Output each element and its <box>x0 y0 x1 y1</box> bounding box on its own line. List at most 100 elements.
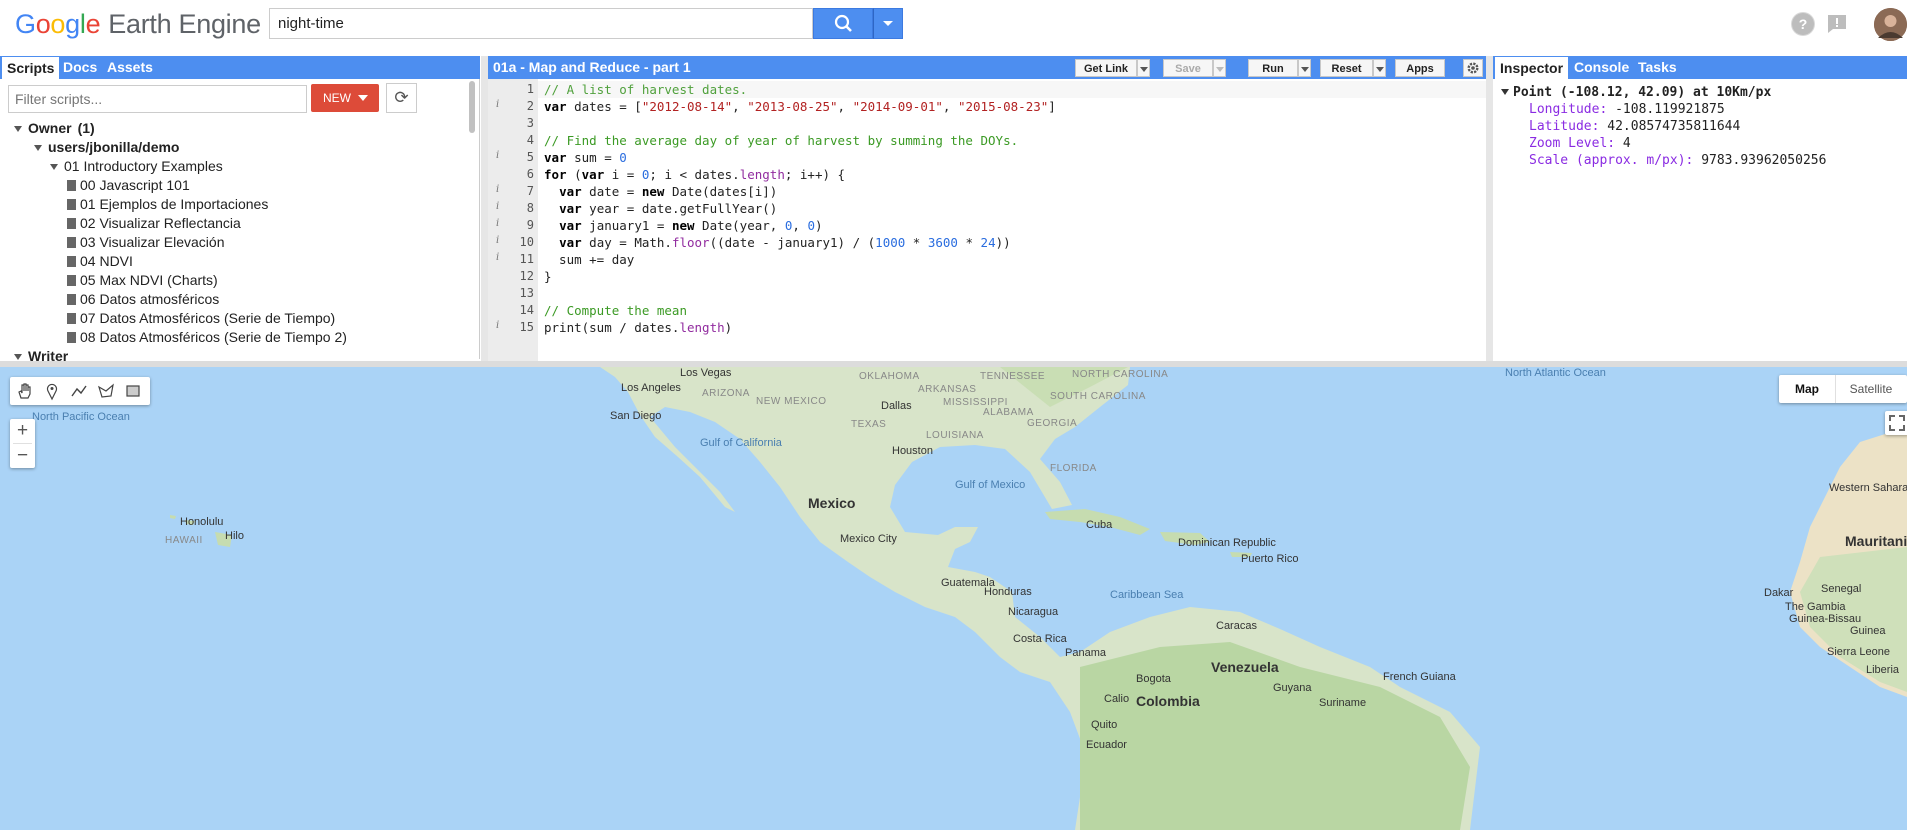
tab-tasks[interactable]: Tasks <box>1633 56 1682 79</box>
script-file-item[interactable]: 01 Ejemplos de Importaciones <box>67 195 268 214</box>
code-line[interactable]: var date = new Date(dates[i]) <box>544 183 777 200</box>
code-token: "2015-08-23" <box>957 99 1049 114</box>
code-token: new <box>671 218 695 233</box>
map-label: Guyana <box>1273 682 1312 694</box>
script-file-item[interactable]: 08 Datos Atmosféricos (Serie de Tiempo 2… <box>67 328 347 347</box>
code-line[interactable]: print(sum / dates.length) <box>544 319 732 336</box>
map-label: San Diego <box>610 410 662 422</box>
help-icon[interactable]: ? <box>1791 12 1815 36</box>
search-options-dropdown[interactable] <box>873 8 903 39</box>
info-icon[interactable]: i <box>496 235 499 246</box>
code-token: var <box>559 235 582 250</box>
code-line[interactable]: var day = Math.floor((date - january1) /… <box>544 234 1011 251</box>
refresh-icon[interactable]: ⟳ <box>386 83 417 113</box>
vertical-splitter[interactable] <box>1486 56 1493 361</box>
code-editor[interactable]: 1 2 i 3 4 5 i 6 7 i 8 i 9 i 10 i 11 i 12 13 14 15 i // A list … <box>488 79 1486 361</box>
vertical-splitter[interactable] <box>481 56 488 361</box>
reset-button[interactable]: Reset <box>1320 59 1373 77</box>
script-file-item[interactable]: 00 Javascript 101 <box>67 176 190 195</box>
script-folder-item[interactable]: Owner (1) <box>14 119 95 138</box>
code-line[interactable]: for (var i = 0; i < dates.length; i++) { <box>544 166 845 183</box>
line-number: 14 <box>519 303 534 317</box>
code-token: day = Math. <box>581 235 672 250</box>
code-token: floor <box>671 235 710 250</box>
reset-dropdown[interactable] <box>1373 59 1386 77</box>
feedback-icon[interactable] <box>1825 12 1849 36</box>
code-line[interactable]: // Compute the mean <box>544 302 687 319</box>
info-icon[interactable]: i <box>496 320 499 331</box>
map-label: Venezuela <box>1211 659 1279 675</box>
code-line[interactable]: var january1 = new Date(year, 0, 0) <box>544 217 822 234</box>
hand-icon[interactable] <box>15 381 35 401</box>
script-file-item[interactable]: 05 Max NDVI (Charts) <box>67 271 218 290</box>
code-line[interactable]: } <box>544 268 552 285</box>
map-type-satellite-button[interactable]: Satellite <box>1836 375 1906 403</box>
map-label: The Gambia <box>1785 601 1846 613</box>
script-folder-item[interactable]: 01 Introductory Examples <box>50 157 223 176</box>
apps-button[interactable]: Apps <box>1395 59 1445 77</box>
tab-console[interactable]: Console <box>1569 56 1634 79</box>
tab-docs[interactable]: Docs <box>58 56 102 79</box>
script-file-item[interactable]: 02 Visualizar Reflectancia <box>67 214 241 233</box>
user-avatar[interactable] <box>1874 8 1907 41</box>
code-line[interactable]: sum += day <box>544 251 634 268</box>
filter-scripts-input[interactable] <box>8 85 307 113</box>
get-link-button[interactable]: Get Link <box>1075 59 1137 77</box>
map-label: FLORIDA <box>1050 463 1097 474</box>
info-icon[interactable]: i <box>496 218 499 229</box>
info-icon[interactable]: i <box>496 150 499 161</box>
info-icon[interactable]: i <box>496 99 499 110</box>
polyline-icon[interactable] <box>69 381 89 401</box>
script-file-item[interactable]: 03 Visualizar Elevación <box>67 233 225 252</box>
search-icon <box>834 14 852 32</box>
info-icon[interactable]: i <box>496 184 499 195</box>
earth-engine-logo[interactable]: Google Earth Engine <box>15 9 261 40</box>
zoom-out-button[interactable]: − <box>10 444 35 468</box>
info-icon[interactable]: i <box>496 252 499 263</box>
code-line[interactable]: var sum = 0 <box>544 149 627 166</box>
rectangle-icon[interactable] <box>123 381 143 401</box>
map-type-map-button[interactable]: Map <box>1779 375 1835 403</box>
inspector-point-row[interactable]: Point (-108.12, 42.09) at 10Km/px <box>1501 84 1771 101</box>
search-input[interactable] <box>269 8 813 39</box>
current-line-highlight <box>538 81 1486 98</box>
run-button[interactable]: Run <box>1248 59 1298 77</box>
script-file-item[interactable]: 04 NDVI <box>67 252 133 271</box>
search-button[interactable] <box>813 8 873 39</box>
script-file-item[interactable]: 06 Datos atmosféricos <box>67 290 219 309</box>
get-link-dropdown[interactable] <box>1137 59 1150 77</box>
chevron-down-icon <box>1215 67 1224 72</box>
info-icon[interactable]: i <box>496 201 499 212</box>
map-view[interactable]: Los Vegas Los Angeles San Diego ARIZONA NEW … <box>0 367 1907 830</box>
save-button[interactable]: Save <box>1163 59 1213 77</box>
tab-assets[interactable]: Assets <box>102 56 158 79</box>
code-line[interactable]: var dates = ["2012-08-14", "2013-08-25",… <box>544 98 1056 115</box>
polygon-icon[interactable] <box>96 381 116 401</box>
code-token: var <box>559 201 582 216</box>
settings-gear-icon[interactable] <box>1463 59 1483 77</box>
code-line[interactable]: // Find the average day of year of harve… <box>544 132 1018 149</box>
scrollbar[interactable] <box>469 81 475 133</box>
code-line[interactable]: var year = date.getFullYear() <box>544 200 777 217</box>
inspector-field: Scale (approx. m/px): 9783.93962050256 <box>1529 152 1826 169</box>
script-folder-item[interactable]: users/jbonilla/demo <box>34 138 179 157</box>
run-dropdown[interactable] <box>1298 59 1311 77</box>
line-number: 1 <box>526 82 534 96</box>
line-number: 15 <box>519 320 534 334</box>
code-token: length <box>739 167 785 182</box>
tab-scripts[interactable]: Scripts <box>2 57 60 79</box>
new-script-button[interactable]: NEW <box>311 84 379 112</box>
code-token: 0 <box>807 218 815 233</box>
marker-icon[interactable] <box>42 381 62 401</box>
map-label: Caribbean Sea <box>1110 589 1184 601</box>
script-file-item[interactable]: 07 Datos Atmosféricos (Serie de Tiempo) <box>67 309 335 328</box>
top-header: GoogleEarth Engine ? <box>0 0 1907 56</box>
code-token: * <box>957 235 981 250</box>
fullscreen-icon[interactable] <box>1885 411 1907 435</box>
code-token: ((date - january1) / ( <box>709 235 876 250</box>
zoom-in-button[interactable]: + <box>10 419 35 443</box>
tab-inspector[interactable]: Inspector <box>1495 57 1569 79</box>
save-dropdown[interactable] <box>1213 59 1226 77</box>
editor-gutter: 1 2 i 3 4 5 i 6 7 i 8 i 9 i 10 i 11 i 12 13 14 15 i <box>488 79 538 361</box>
map-label: Mexico <box>808 495 856 511</box>
